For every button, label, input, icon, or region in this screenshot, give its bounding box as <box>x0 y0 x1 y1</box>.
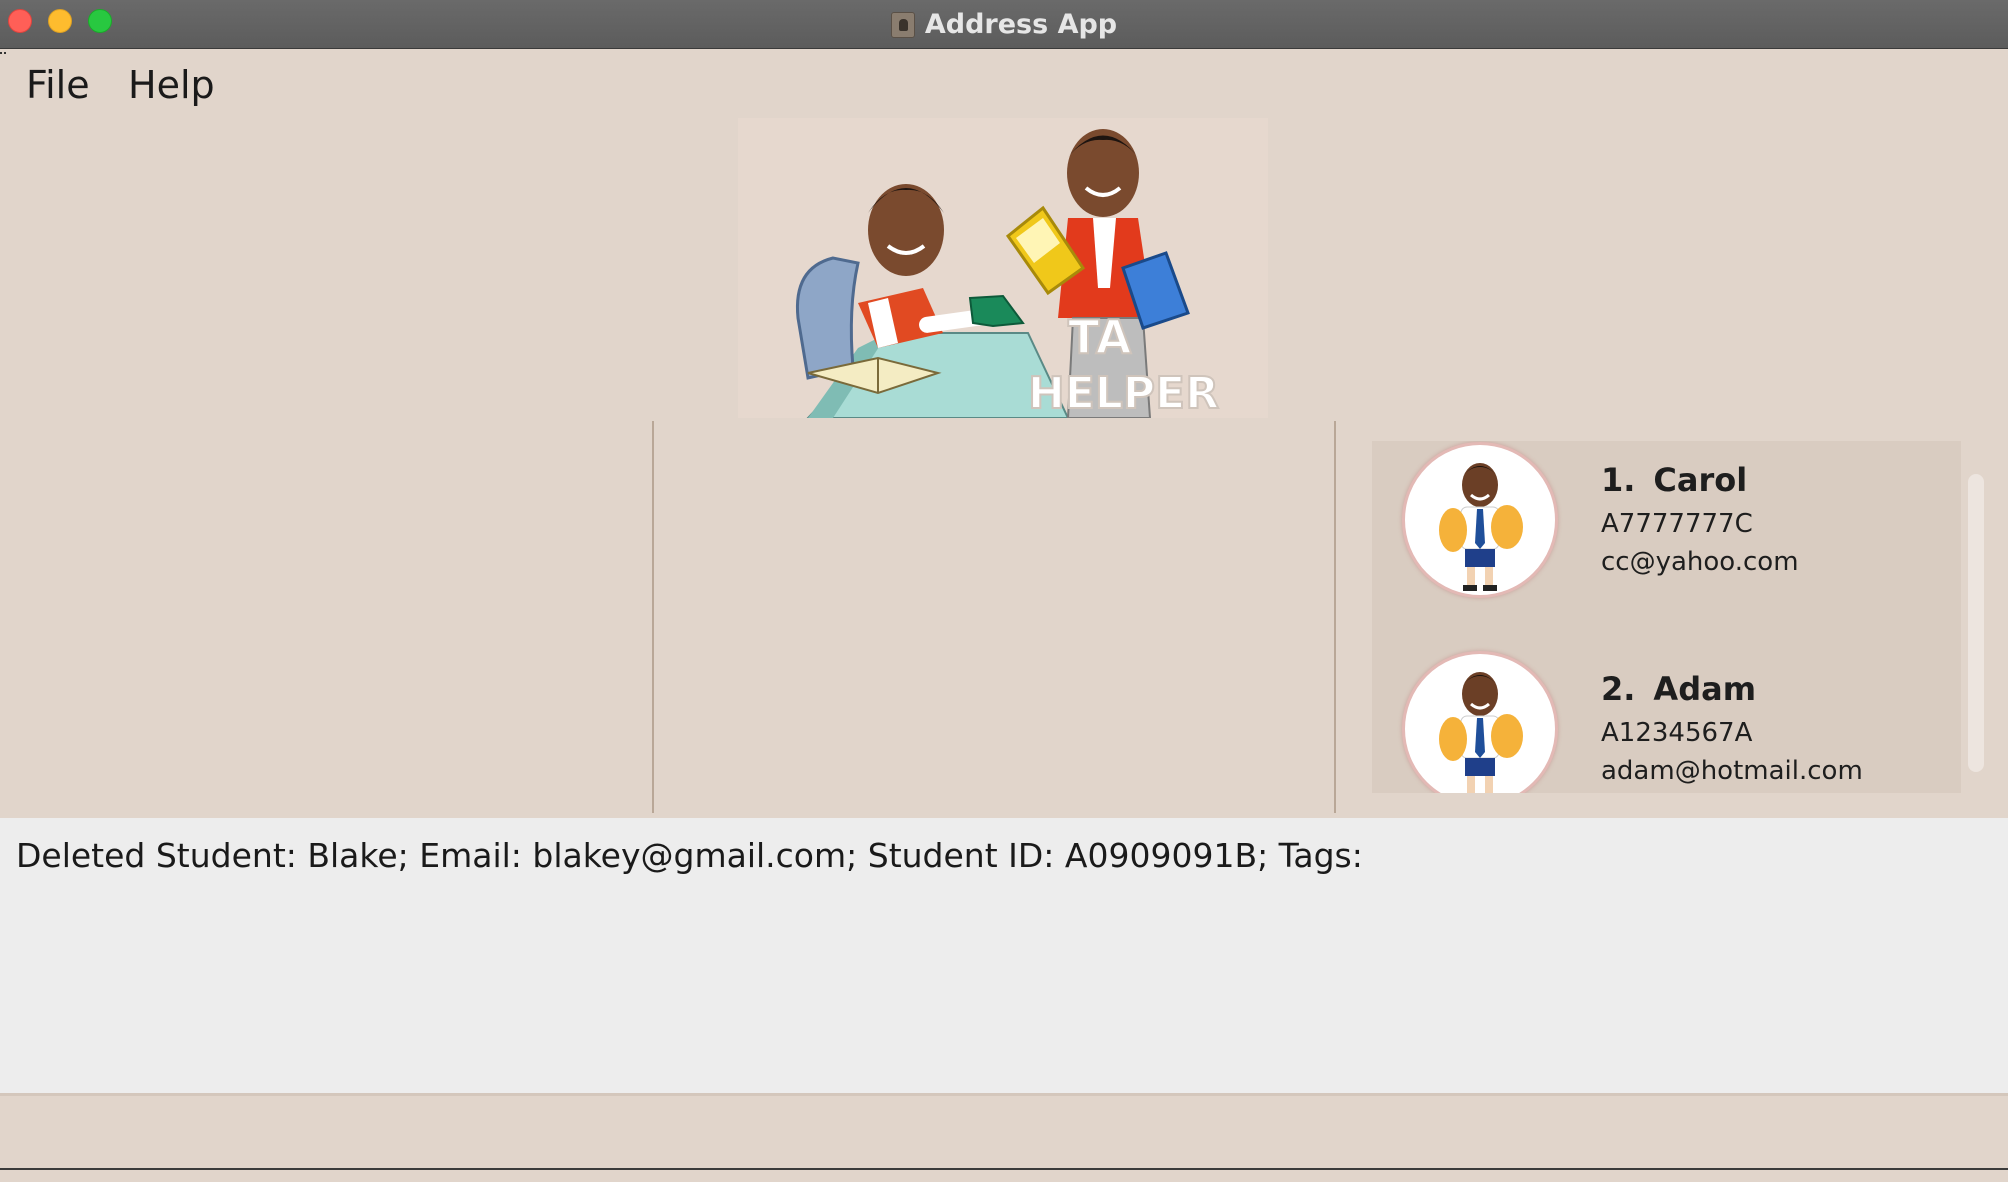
menu-file[interactable]: File <box>26 63 90 107</box>
window-title: Address App <box>924 9 1118 40</box>
student-figure-icon <box>1439 672 1523 793</box>
command-box[interactable] <box>0 1096 2008 1168</box>
app-icon <box>890 11 915 38</box>
title-wrap: Address App <box>0 0 2008 49</box>
panel-divider[interactable] <box>652 421 654 813</box>
logo-text-ta: TA <box>1068 310 1132 364</box>
student-index: 2. <box>1601 670 1636 708</box>
student-card[interactable]: 2. Adam A1234567A adam@hotmail.com <box>1372 650 1961 793</box>
result-message: Deleted Student: Blake; Email: blakey@gm… <box>16 836 1363 875</box>
student-figure-icon <box>1439 463 1523 591</box>
student-avatar <box>1402 442 1558 598</box>
logo-illustration: TA HELPER <box>795 129 1220 418</box>
student-name: 1. Carol <box>1601 461 1747 499</box>
student-name: 2. Adam <box>1601 670 1756 708</box>
student-list[interactable]: 1. Carol A7777777C cc@yahoo.com 2. Adam A1… <box>1372 441 1961 793</box>
student-list-scrollbar[interactable] <box>1968 474 1984 772</box>
student-id: A1234567A <box>1601 718 1753 748</box>
student-card[interactable]: 1. Carol A7777777C cc@yahoo.com <box>1372 441 1961 631</box>
result-display[interactable]: Deleted Student: Blake; Email: blakey@gm… <box>0 818 2008 1093</box>
student-name-text: Carol <box>1653 461 1748 499</box>
bottom-border <box>0 1168 2008 1182</box>
student-avatar <box>1402 651 1558 793</box>
ta-helper-logo: TA HELPER <box>738 118 1268 418</box>
student-email: cc@yahoo.com <box>1601 547 1799 577</box>
panel-divider[interactable] <box>1334 421 1336 813</box>
student-email: adam@hotmail.com <box>1601 756 1863 786</box>
student-name-text: Adam <box>1653 670 1757 708</box>
window-title-bar: Address App <box>0 0 2008 49</box>
menu-help[interactable]: Help <box>128 63 215 107</box>
student-id: A7777777C <box>1601 509 1753 539</box>
logo-text-helper: HELPER <box>1028 368 1219 418</box>
student-index: 1. <box>1601 461 1636 499</box>
menu-bar: File Help <box>0 50 2008 120</box>
